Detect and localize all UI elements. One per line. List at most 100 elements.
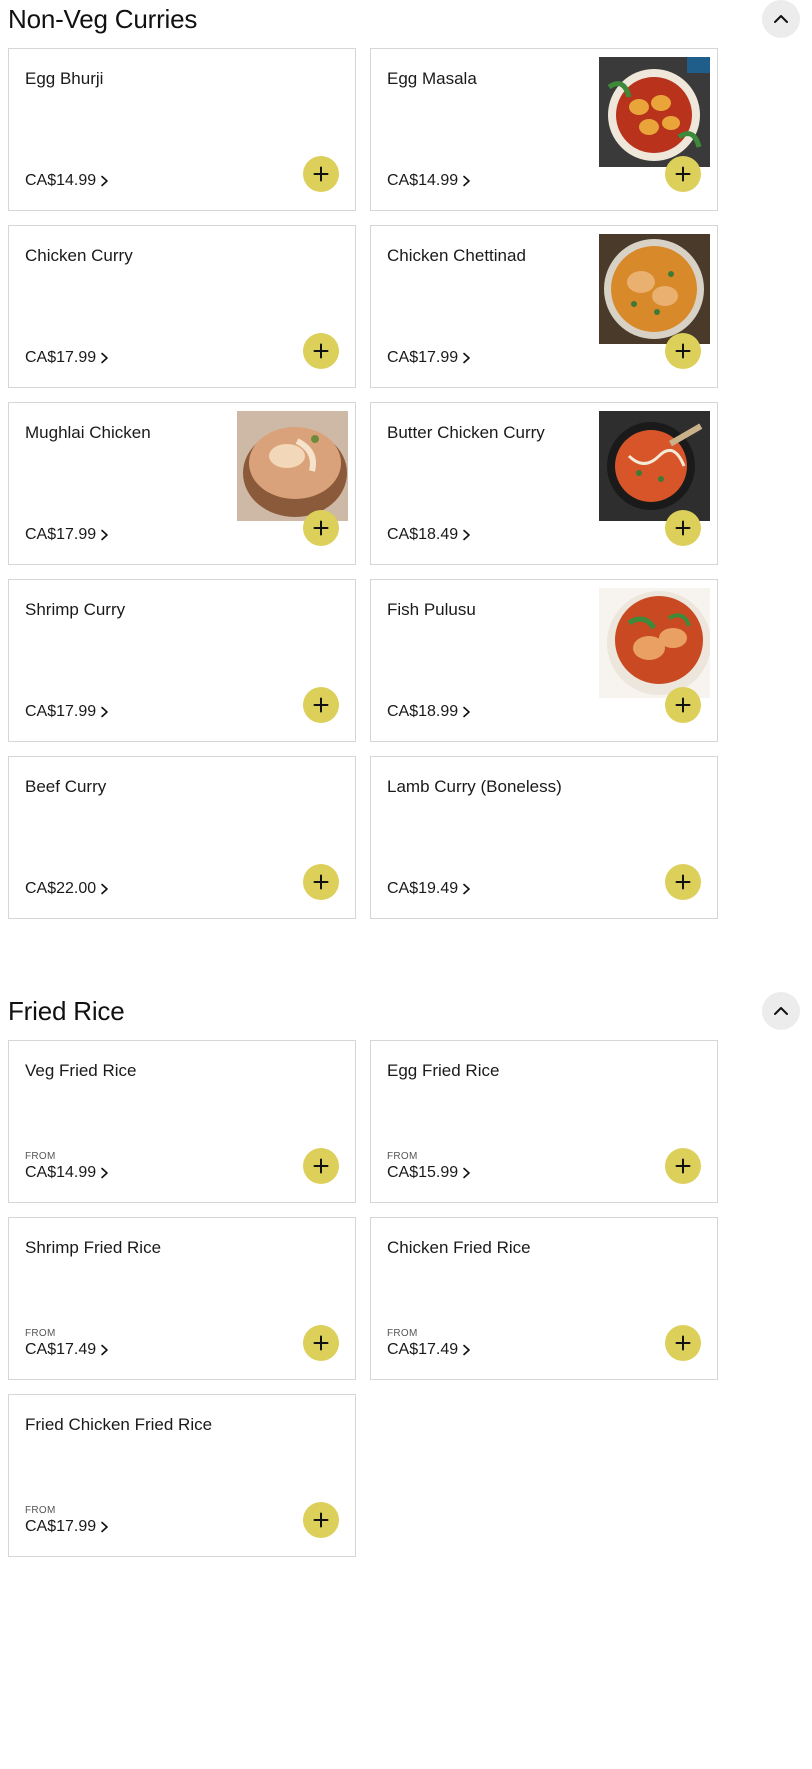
egg-masala-photo: [599, 57, 710, 167]
menu-item-price[interactable]: CA$18.99: [387, 703, 471, 721]
price-prefix: FROM: [25, 1505, 56, 1516]
menu-item-card[interactable]: Beef Curry CA$22.00: [8, 756, 356, 919]
add-to-cart-button[interactable]: [303, 156, 339, 192]
price-text: CA$18.99: [387, 703, 459, 720]
menu-item-card[interactable]: Egg Masala CA$14.99: [370, 48, 718, 211]
menu-item-card[interactable]: Mughlai Chicken CA$17.99: [8, 402, 356, 565]
chevron-right-icon: [463, 1344, 470, 1356]
menu-item-price[interactable]: CA$17.99: [25, 1518, 109, 1536]
menu-item-card[interactable]: Chicken Chettinad CA$17.99: [370, 225, 718, 388]
menu-item-price[interactable]: CA$18.49: [387, 526, 471, 544]
chevron-right-icon: [101, 529, 108, 541]
add-to-cart-button[interactable]: [303, 1325, 339, 1361]
plus-icon: [313, 874, 329, 890]
price-text: CA$17.99: [25, 526, 97, 543]
price-text: CA$19.49: [387, 880, 459, 897]
add-to-cart-button[interactable]: [665, 864, 701, 900]
chevron-right-icon: [463, 1167, 470, 1179]
chevron-right-icon: [101, 883, 108, 895]
price-text: CA$14.99: [25, 1164, 97, 1181]
add-to-cart-button[interactable]: [303, 864, 339, 900]
price-prefix: FROM: [25, 1151, 56, 1162]
add-to-cart-button[interactable]: [665, 333, 701, 369]
section-header: Fried Rice: [0, 992, 812, 1040]
add-to-cart-button[interactable]: [665, 1148, 701, 1184]
price-text: CA$22.00: [25, 880, 97, 897]
add-to-cart-button[interactable]: [665, 510, 701, 546]
menu-item-card[interactable]: Egg Fried Rice FROM CA$15.99: [370, 1040, 718, 1203]
menu-item-name: Chicken Curry: [25, 246, 133, 265]
plus-icon: [313, 697, 329, 713]
plus-icon: [313, 1335, 329, 1351]
menu-item-card[interactable]: Veg Fried Rice FROM CA$14.99: [8, 1040, 356, 1203]
price-prefix: FROM: [387, 1328, 418, 1339]
section-header: Non-Veg Curries: [0, 0, 812, 48]
menu-item-card[interactable]: Butter Chicken Curry CA$18.49: [370, 402, 718, 565]
add-to-cart-button[interactable]: [303, 1148, 339, 1184]
plus-icon: [313, 166, 329, 182]
add-to-cart-button[interactable]: [665, 687, 701, 723]
menu-item-name: Fish Pulusu: [387, 600, 476, 619]
add-to-cart-button[interactable]: [303, 510, 339, 546]
menu-item-price[interactable]: CA$14.99: [387, 172, 471, 190]
price-text: CA$17.99: [387, 349, 459, 366]
menu-item-price[interactable]: CA$14.99: [25, 1164, 109, 1182]
menu-item-card[interactable]: Chicken Fried Rice FROM CA$17.49: [370, 1217, 718, 1380]
price-prefix: FROM: [387, 1151, 418, 1162]
menu-item-price[interactable]: CA$22.00: [25, 880, 109, 898]
fish-pulusu-photo: [599, 588, 710, 698]
menu-item-name: Beef Curry: [25, 777, 107, 796]
plus-icon: [675, 697, 691, 713]
menu-item-price[interactable]: CA$15.99: [387, 1164, 471, 1182]
menu-item-card[interactable]: Lamb Curry (Boneless) CA$19.49: [370, 756, 718, 919]
add-to-cart-button[interactable]: [303, 1502, 339, 1538]
plus-icon: [675, 1335, 691, 1351]
collapse-section-button[interactable]: [762, 0, 800, 38]
menu-item-name: Mughlai Chicken: [25, 423, 151, 442]
menu-item-price[interactable]: CA$17.99: [25, 526, 109, 544]
menu-item-price[interactable]: CA$17.49: [25, 1341, 109, 1359]
menu-item-name: Chicken Fried Rice: [387, 1238, 531, 1257]
chevron-up-icon: [774, 1007, 788, 1015]
plus-icon: [313, 1512, 329, 1528]
butter-chicken-photo: [599, 411, 710, 521]
menu-item-card[interactable]: Shrimp Fried Rice FROM CA$17.49: [8, 1217, 356, 1380]
chevron-right-icon: [101, 706, 108, 718]
menu-item-card[interactable]: Shrimp Curry CA$17.99: [8, 579, 356, 742]
chevron-right-icon: [101, 1344, 108, 1356]
chevron-right-icon: [101, 1521, 108, 1533]
plus-icon: [675, 874, 691, 890]
chevron-right-icon: [463, 706, 470, 718]
add-to-cart-button[interactable]: [303, 333, 339, 369]
menu-item-price[interactable]: CA$17.49: [387, 1341, 471, 1359]
add-to-cart-button[interactable]: [665, 1325, 701, 1361]
menu-item-name: Fried Chicken Fried Rice: [25, 1415, 213, 1434]
menu-item-card[interactable]: Egg Bhurji CA$14.99: [8, 48, 356, 211]
menu-item-card[interactable]: Fish Pulusu CA$18.99: [370, 579, 718, 742]
menu-item-price[interactable]: CA$17.99: [25, 703, 109, 721]
menu-item-name: Lamb Curry (Boneless): [387, 777, 562, 796]
menu-item-price[interactable]: CA$19.49: [387, 880, 471, 898]
price-text: CA$18.49: [387, 526, 459, 543]
menu-item-name: Veg Fried Rice: [25, 1061, 137, 1080]
menu-item-name: Egg Bhurji: [25, 69, 104, 88]
chevron-right-icon: [463, 352, 470, 364]
price-text: CA$17.49: [387, 1341, 459, 1358]
plus-icon: [675, 520, 691, 536]
chicken-chettinad-photo: [599, 234, 710, 344]
section-fried-rice: Fried Rice Veg Fried Rice FROM CA$14.99 Egg…: [0, 992, 812, 1557]
price-text: CA$17.99: [25, 349, 97, 366]
add-to-cart-button[interactable]: [303, 687, 339, 723]
plus-icon: [313, 1158, 329, 1174]
section-non-veg-curries: Non-Veg Curries Egg Bhurji CA$14.99 Egg Ma…: [0, 0, 812, 919]
menu-item-card[interactable]: Chicken Curry CA$17.99: [8, 225, 356, 388]
price-prefix: FROM: [25, 1328, 56, 1339]
menu-item-price[interactable]: CA$14.99: [25, 172, 109, 190]
menu-item-price[interactable]: CA$17.99: [25, 349, 109, 367]
menu-item-price[interactable]: CA$17.99: [387, 349, 471, 367]
chevron-right-icon: [463, 175, 470, 187]
chevron-right-icon: [463, 883, 470, 895]
add-to-cart-button[interactable]: [665, 156, 701, 192]
collapse-section-button[interactable]: [762, 992, 800, 1030]
menu-item-card[interactable]: Fried Chicken Fried Rice FROM CA$17.99: [8, 1394, 356, 1557]
